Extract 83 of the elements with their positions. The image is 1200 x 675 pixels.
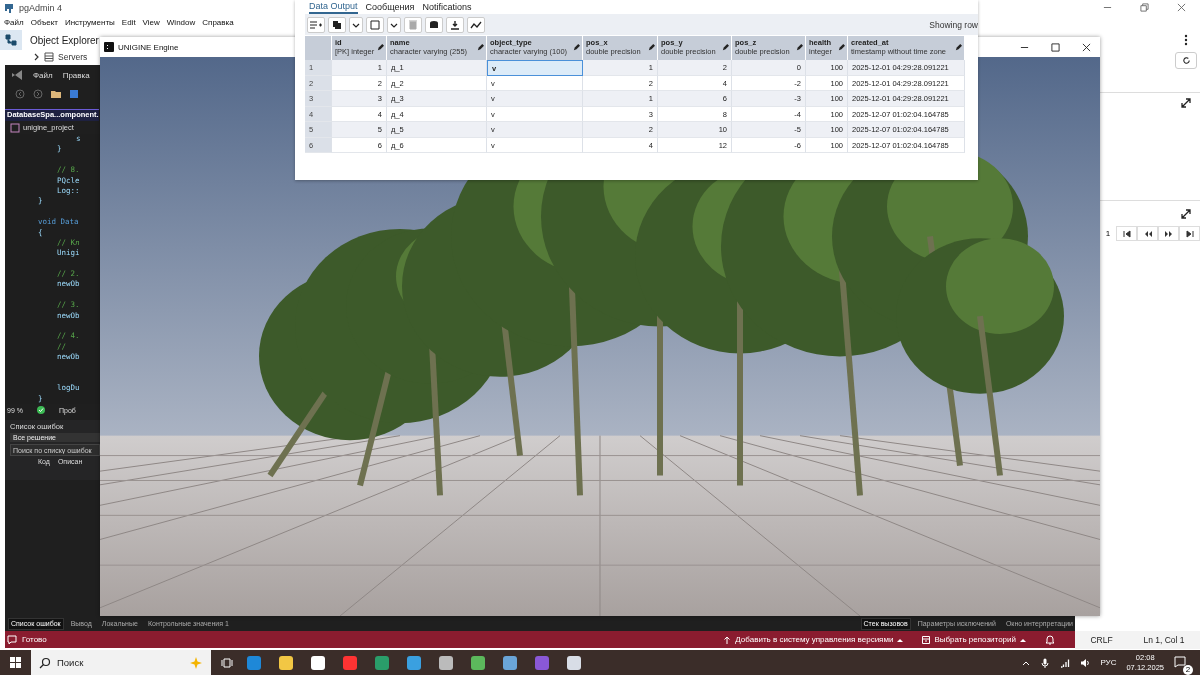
comment-icon	[7, 634, 17, 645]
arrow-up-icon	[723, 635, 732, 644]
menu-item[interactable]: Инструменты	[64, 18, 115, 27]
pencil-icon[interactable]	[377, 44, 384, 51]
chevron-icon[interactable]	[32, 53, 40, 61]
copy-button[interactable]	[328, 16, 346, 33]
window-title: pgAdmin 4	[19, 2, 63, 13]
back-icon[interactable]	[15, 89, 25, 99]
fast-forward-icon	[1164, 229, 1173, 238]
sparkle-icon	[189, 655, 203, 670]
pencil-icon[interactable]	[648, 44, 655, 51]
pencil-icon[interactable]	[722, 44, 729, 51]
server-icon	[44, 52, 54, 62]
check-icon	[36, 406, 45, 414]
pencil-icon[interactable]	[796, 44, 803, 51]
bell-icon[interactable]	[1045, 634, 1055, 645]
pencil-icon[interactable]	[838, 44, 845, 51]
caret-icon	[1020, 636, 1026, 643]
windows-start-icon[interactable]	[10, 657, 21, 668]
menu-item[interactable]: View	[142, 18, 160, 27]
rewind-icon	[1143, 229, 1152, 238]
row-count-label: Showing row	[929, 19, 978, 30]
source-control-button[interactable]: Добавить в систему управления версиями	[723, 635, 904, 644]
repository-icon	[922, 635, 931, 644]
menu-item[interactable]: Файл	[33, 70, 53, 80]
search-icon	[39, 656, 51, 669]
maximize-icon[interactable]	[1051, 42, 1060, 52]
task-view-icon[interactable]	[221, 656, 233, 669]
repository-button[interactable]: Выбрать репозиторий	[922, 635, 1026, 644]
pencil-icon[interactable]	[477, 44, 484, 51]
menu-item[interactable]: Window	[166, 18, 196, 27]
more-icon[interactable]	[1184, 34, 1188, 46]
forward-icon[interactable]	[33, 89, 43, 99]
previous-page-button[interactable]	[1137, 226, 1158, 241]
skip-forward-icon	[1185, 229, 1194, 238]
next-page-button[interactable]	[1158, 226, 1179, 241]
expand-icon[interactable]	[1181, 98, 1191, 108]
panel-title: Object Explorer	[30, 34, 99, 46]
pencil-icon[interactable]	[955, 44, 962, 51]
close-icon[interactable]	[1082, 42, 1091, 52]
expand-icon[interactable]	[1181, 209, 1191, 219]
app-logo-icon	[104, 42, 114, 52]
menu-item[interactable]: Edit	[121, 18, 136, 27]
tab[interactable]: Notifications	[422, 1, 472, 13]
menu-item[interactable]: Правка	[62, 70, 90, 80]
status-text: Готово	[22, 635, 47, 644]
trash-icon	[408, 19, 418, 30]
menu-item[interactable]: Справка	[202, 18, 234, 27]
language-indicator[interactable]: РУС	[1100, 658, 1117, 667]
app-icon[interactable]	[375, 655, 389, 670]
save-data-button[interactable]	[425, 16, 443, 33]
last-page-button[interactable]	[1179, 226, 1200, 241]
refresh-button[interactable]	[1175, 52, 1197, 69]
menu-item[interactable]: Объект	[30, 18, 58, 27]
menu-item[interactable]: Файл	[4, 18, 24, 27]
download-icon	[450, 19, 460, 30]
line-graph-icon	[470, 19, 482, 30]
copy-icon	[332, 19, 342, 30]
tree-icon[interactable]	[0, 30, 22, 50]
dropdown-button[interactable]	[387, 16, 401, 33]
graph-button[interactable]	[467, 16, 485, 33]
microphone-icon[interactable]	[1040, 657, 1051, 668]
pencil-icon[interactable]	[573, 44, 580, 51]
window-title: UNIGINE Engine	[118, 42, 179, 52]
first-page-button[interactable]	[1116, 226, 1137, 241]
dropdown-button[interactable]	[349, 16, 363, 33]
search-field[interactable]: Поиск	[31, 650, 211, 675]
restore-icon[interactable]	[1140, 3, 1149, 12]
ide-logo-icon	[11, 69, 23, 81]
cursor-position[interactable]: Ln 1, Col 1	[1143, 635, 1185, 645]
tab[interactable]: Сообщения	[365, 1, 415, 13]
caret-icon	[897, 636, 904, 643]
download-button[interactable]	[446, 16, 464, 33]
database-icon	[429, 19, 439, 30]
line-ending-label[interactable]: CRLF	[1090, 635, 1113, 645]
page-number: 1	[1104, 229, 1112, 238]
skip-back-icon	[1122, 229, 1131, 238]
tree-item[interactable]: Servers	[58, 52, 88, 62]
add-row-icon	[310, 19, 322, 30]
refresh-icon	[1181, 56, 1191, 65]
speaker-icon[interactable]	[1080, 657, 1091, 668]
notification-icon[interactable]	[1174, 655, 1186, 668]
notification-count: 2	[1183, 664, 1193, 675]
